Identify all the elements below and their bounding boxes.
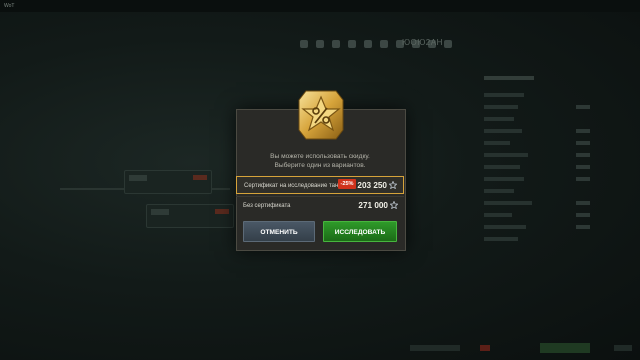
panel-row-value xyxy=(576,201,590,205)
nation-icon xyxy=(348,40,356,48)
panel-row xyxy=(478,187,598,196)
nation-icon xyxy=(444,40,452,48)
option-no-certificate[interactable]: Без сертификата 271 000 xyxy=(236,196,404,215)
tech-tree-node xyxy=(146,204,234,228)
panel-row-label xyxy=(484,201,532,205)
panel-row-value xyxy=(576,105,590,109)
top-bar-left-text: WoT xyxy=(4,3,15,9)
panel-row-value xyxy=(576,129,590,133)
nation-icon xyxy=(332,40,340,48)
panel-row-label xyxy=(484,93,524,97)
option-label: Сертификат на исследование танка xyxy=(244,183,345,189)
nation-icon xyxy=(300,40,308,48)
panel-row-value xyxy=(576,141,590,145)
tech-tree-node xyxy=(124,170,212,194)
bottom-bar-segment xyxy=(480,345,490,351)
research-button[interactable]: ИССЛЕДОВАТЬ xyxy=(323,221,397,242)
panel-row-value xyxy=(576,165,590,169)
panel-row xyxy=(478,139,598,148)
panel-row xyxy=(478,163,598,172)
panel-row xyxy=(478,91,598,100)
panel-row xyxy=(478,115,598,124)
dialog-prompt: Вы можете использовать скидку. Выберите … xyxy=(236,152,404,170)
panel-row-label xyxy=(484,177,524,181)
bottom-action-bar xyxy=(410,342,640,354)
panel-row-label xyxy=(484,189,514,193)
panel-row xyxy=(478,211,598,220)
experience-star-icon xyxy=(390,201,398,209)
nav-code-text: ЮОЮ2АН xyxy=(402,38,443,47)
panel-row xyxy=(478,175,598,184)
option-label: Без сертификата xyxy=(243,203,291,209)
panel-row xyxy=(478,151,598,160)
bottom-bar-segment xyxy=(614,345,632,351)
panel-row-label xyxy=(484,105,518,109)
panel-row-label xyxy=(484,165,520,169)
prompt-line: Выберите один из вариантов. xyxy=(274,162,366,169)
panel-row xyxy=(478,199,598,208)
panel-row-label xyxy=(484,213,512,217)
node-status xyxy=(215,209,229,214)
discount-badge: -25% xyxy=(338,179,356,189)
cancel-button[interactable]: ОТМЕНИТЬ xyxy=(243,221,315,242)
nation-icon xyxy=(364,40,372,48)
prompt-line: Вы можете использовать скидку. xyxy=(270,153,370,160)
panel-row-value xyxy=(576,153,590,157)
node-status xyxy=(193,175,207,180)
panel-row xyxy=(478,70,598,88)
panel-row-label xyxy=(484,129,522,133)
nation-nav-row: ЮОЮ2АН xyxy=(0,14,640,50)
panel-row-label xyxy=(484,76,534,80)
panel-row-value xyxy=(576,177,590,181)
panel-row-value xyxy=(576,213,590,217)
panel-row-label xyxy=(484,141,510,145)
bottom-bar-segment xyxy=(540,343,590,353)
option-price: 271 000 xyxy=(358,201,388,210)
vehicle-info-panel xyxy=(478,70,598,360)
panel-row-label xyxy=(484,237,518,241)
panel-row-value xyxy=(576,225,590,229)
node-tag xyxy=(151,209,169,215)
nation-icon xyxy=(316,40,324,48)
panel-row xyxy=(478,223,598,232)
nation-icon xyxy=(380,40,388,48)
panel-row-label xyxy=(484,153,528,157)
option-price: 203 250 xyxy=(357,181,387,190)
node-tag xyxy=(129,175,147,181)
bottom-bar-segment xyxy=(410,345,460,351)
experience-star-icon xyxy=(389,181,397,189)
top-status-bar: WoT xyxy=(0,0,640,12)
panel-row xyxy=(478,127,598,136)
option-certificate[interactable]: Сертификат на исследование танка 203 250 xyxy=(236,176,404,194)
panel-row xyxy=(478,103,598,112)
panel-row xyxy=(478,235,598,244)
research-discount-star-icon xyxy=(298,90,344,140)
panel-row-label xyxy=(484,117,514,121)
panel-row-label xyxy=(484,225,526,229)
